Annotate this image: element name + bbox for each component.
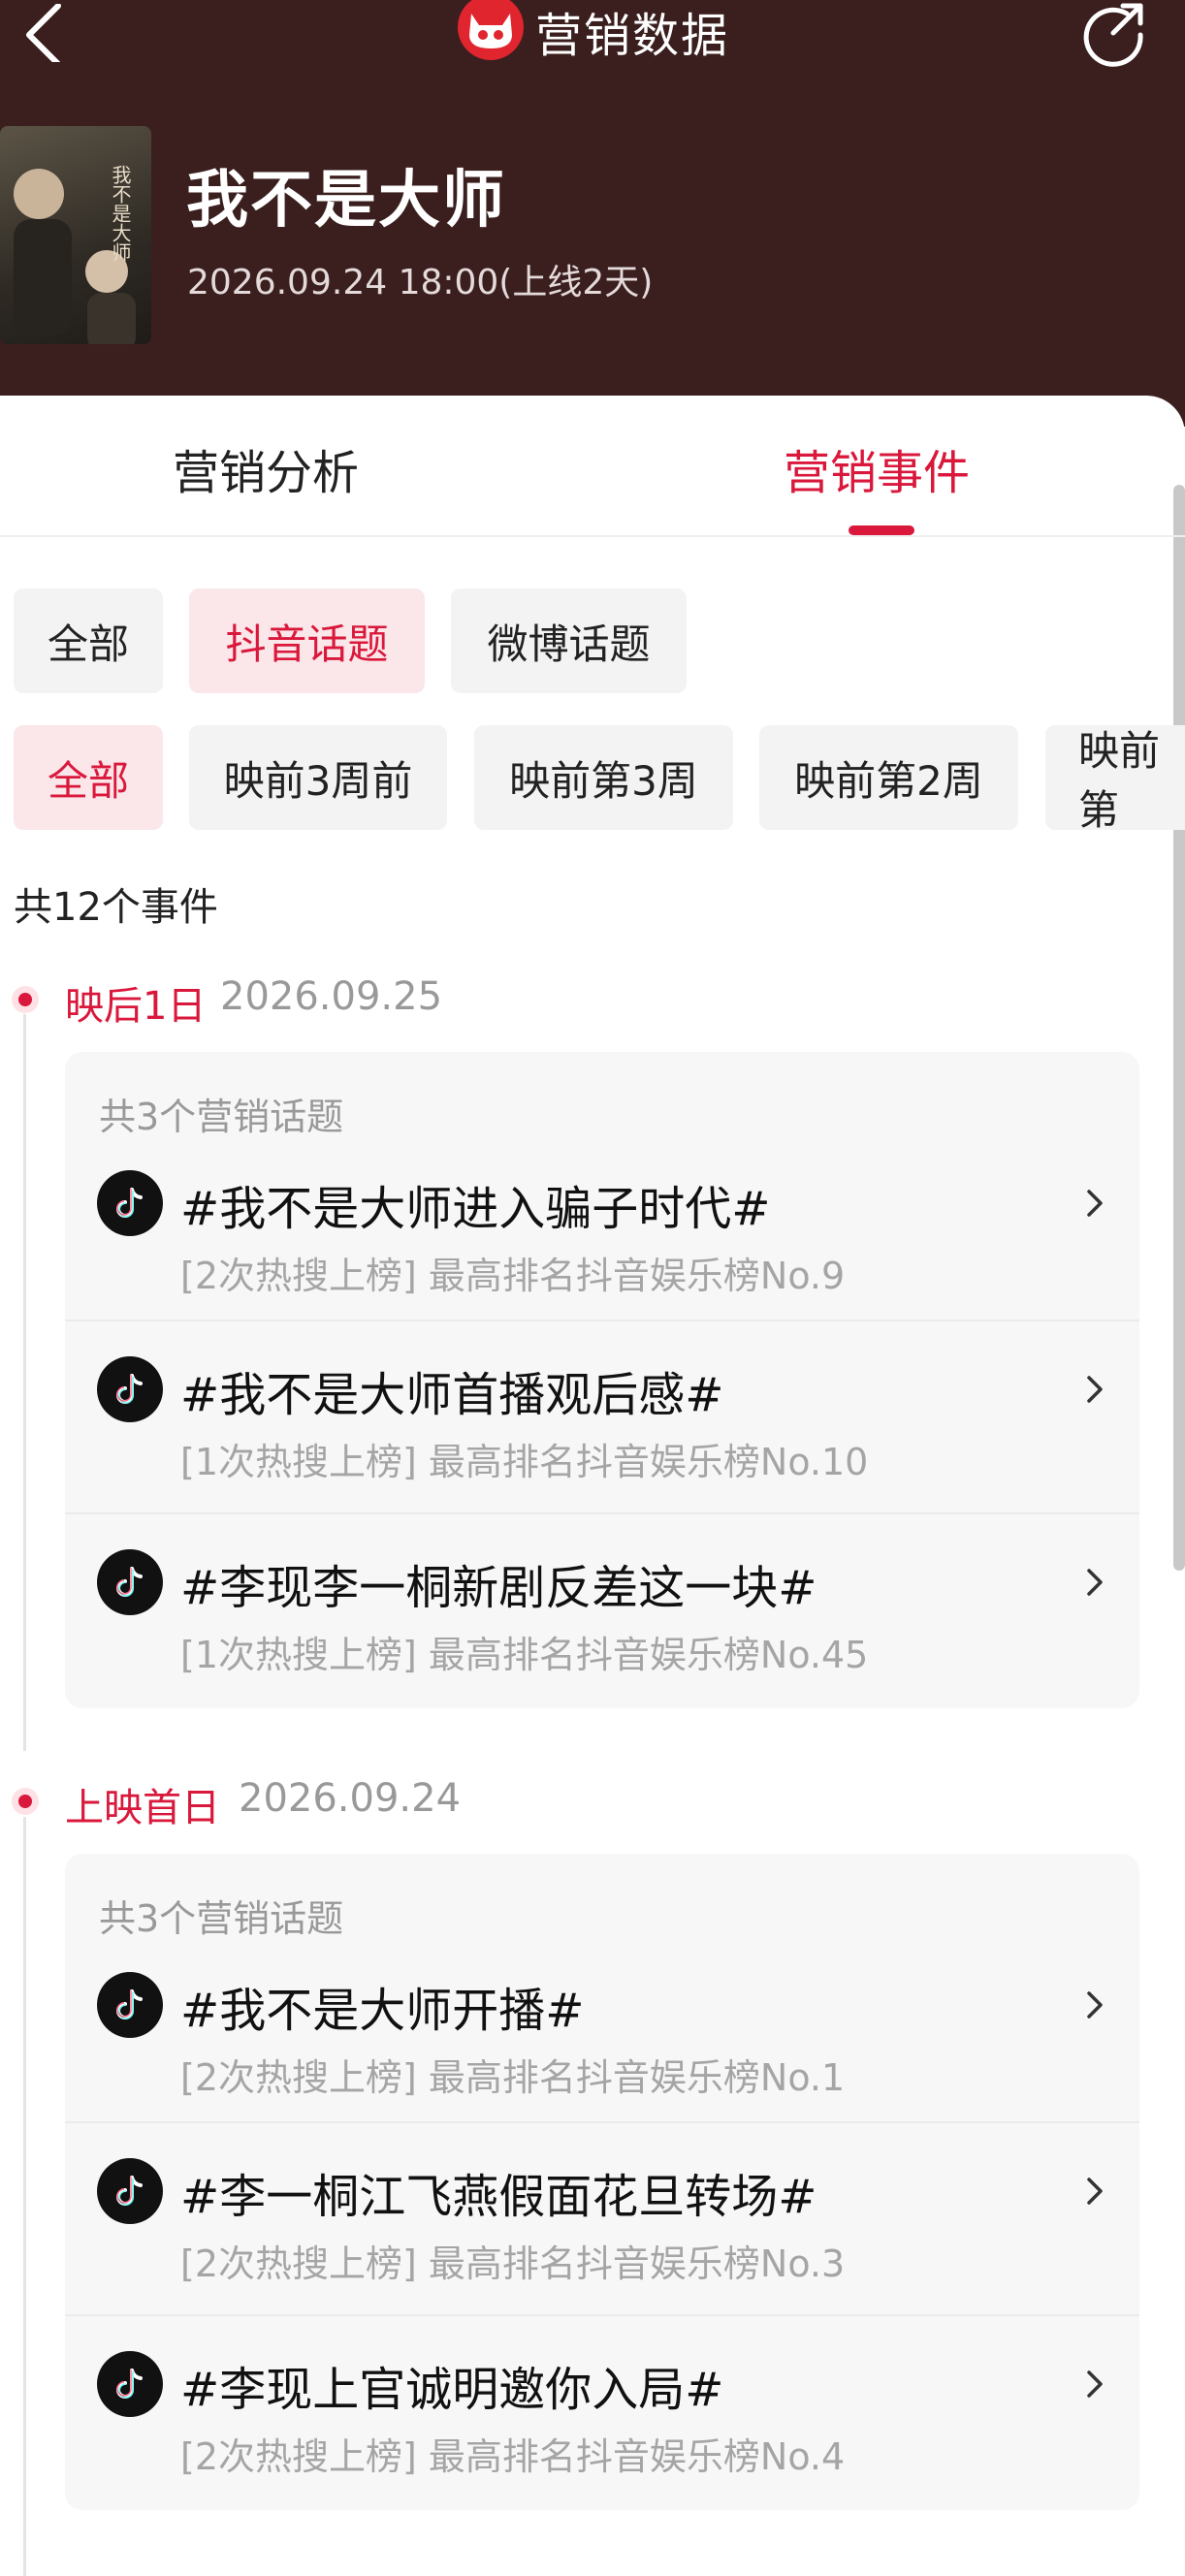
filter-period-week1[interactable]: 映前第	[1045, 725, 1185, 834]
tiktok-icon	[97, 1549, 163, 1615]
chevron-right-icon	[1087, 1376, 1103, 1403]
topic-detail: [1次热搜上榜] 最高排名抖音娱乐榜No.45	[180, 1634, 869, 1676]
share-icon[interactable]	[1080, 0, 1148, 68]
tiktok-icon	[97, 1356, 163, 1422]
event-count: 共12个事件	[14, 885, 218, 930]
timeline-line	[23, 1817, 26, 2576]
topic-name: #我不是大师开播#	[180, 1984, 585, 2038]
topic-name: #李现李一桐新剧反差这一块#	[180, 1561, 817, 1615]
tiktok-icon	[97, 2351, 163, 2417]
topic-item[interactable]: #我不是大师首播观后感# [1次热搜上榜] 最高排名抖音娱乐榜No.10	[65, 1320, 1139, 1512]
chevron-right-icon	[1087, 2370, 1103, 2398]
tab-bar: 营销分析 营销事件	[0, 396, 1185, 537]
chevron-right-icon	[1087, 1569, 1103, 1596]
filter-source-weibo[interactable]: 微博话题	[451, 588, 687, 693]
tiktok-icon	[97, 2158, 163, 2224]
movie-poster[interactable]: 我不是大师	[0, 126, 151, 344]
topic-name: #我不是大师进入骗子时代#	[180, 1182, 771, 1236]
app-title: 营销数据	[534, 9, 729, 63]
maoyan-cat-logo-icon	[457, 0, 524, 60]
day-date: 2026.09.25	[220, 974, 443, 1019]
topic-item[interactable]: #李一桐江飞燕假面花旦转场# [2次热搜上榜] 最高排名抖音娱乐榜No.3	[65, 2121, 1139, 2314]
group-title: 共3个营销话题	[99, 1897, 344, 1940]
chevron-right-icon	[1087, 2178, 1103, 2205]
tiktok-icon	[97, 1170, 163, 1236]
group-title: 共3个营销话题	[99, 1096, 344, 1138]
svg-text:我不是大师: 我不是大师	[109, 165, 132, 262]
timeline-dot	[12, 1788, 39, 1815]
tab-marketing-analysis[interactable]: 营销分析	[173, 434, 359, 502]
timeline-line	[23, 1014, 26, 1751]
filter-period-3weeks-before[interactable]: 映前3周前	[189, 725, 447, 830]
tab-marketing-events[interactable]: 营销事件	[784, 434, 970, 502]
scrollbar[interactable]	[1173, 485, 1185, 1571]
movie-title: 我不是大师	[186, 165, 506, 237]
chevron-right-icon	[1087, 1190, 1103, 1217]
day-date: 2026.09.24	[239, 1776, 462, 1821]
day-label: 上映首日	[65, 1786, 220, 1830]
topic-detail: [2次热搜上榜] 最高排名抖音娱乐榜No.4	[180, 2435, 846, 2478]
topic-group: 共3个营销话题 #我不是大师开播# [2次热搜上榜] 最高排名抖音娱乐榜No.1…	[65, 1854, 1139, 2510]
topic-name: #我不是大师首播观后感#	[180, 1368, 724, 1422]
topic-item[interactable]: #李现李一桐新剧反差这一块# [1次热搜上榜] 最高排名抖音娱乐榜No.45	[65, 1512, 1139, 1705]
topic-name: #李一桐江飞燕假面花旦转场#	[180, 2170, 817, 2224]
filter-source-all[interactable]: 全部	[14, 588, 163, 693]
filter-period-week2[interactable]: 映前第2周	[759, 725, 1018, 830]
active-tab-indicator	[849, 525, 914, 535]
filter-period-week3[interactable]: 映前第3周	[474, 725, 733, 830]
tiktok-icon	[97, 1972, 163, 2038]
timeline-dot	[12, 986, 39, 1013]
chevron-right-icon	[1087, 1991, 1103, 2019]
filter-period-all[interactable]: 全部	[14, 725, 163, 830]
topic-group: 共3个营销话题 #我不是大师进入骗子时代# [2次热搜上榜] 最高排名抖音娱乐榜…	[65, 1052, 1139, 1708]
header: 营销数据 我不是大师 我不是大师 2026.09.24 18:00(上线2天)	[0, 0, 1185, 427]
topic-name: #李现上官诚明邀你入局#	[180, 2363, 724, 2417]
topic-detail: [2次热搜上榜] 最高排名抖音娱乐榜No.1	[180, 2056, 846, 2099]
topic-detail: [2次热搜上榜] 最高排名抖音娱乐榜No.3	[180, 2242, 846, 2285]
release-info: 2026.09.24 18:00(上线2天)	[187, 263, 654, 302]
filter-source-douyin[interactable]: 抖音话题	[189, 588, 425, 693]
poster-image: 我不是大师	[14, 165, 136, 344]
topic-item[interactable]: #李现上官诚明邀你入局# [2次热搜上榜] 最高排名抖音娱乐榜No.4	[65, 2314, 1139, 2507]
day-label: 映后1日	[65, 984, 207, 1029]
topic-detail: [2次热搜上榜] 最高排名抖音娱乐榜No.9	[180, 1255, 846, 1297]
topic-detail: [1次热搜上榜] 最高排名抖音娱乐榜No.10	[180, 1441, 869, 1483]
